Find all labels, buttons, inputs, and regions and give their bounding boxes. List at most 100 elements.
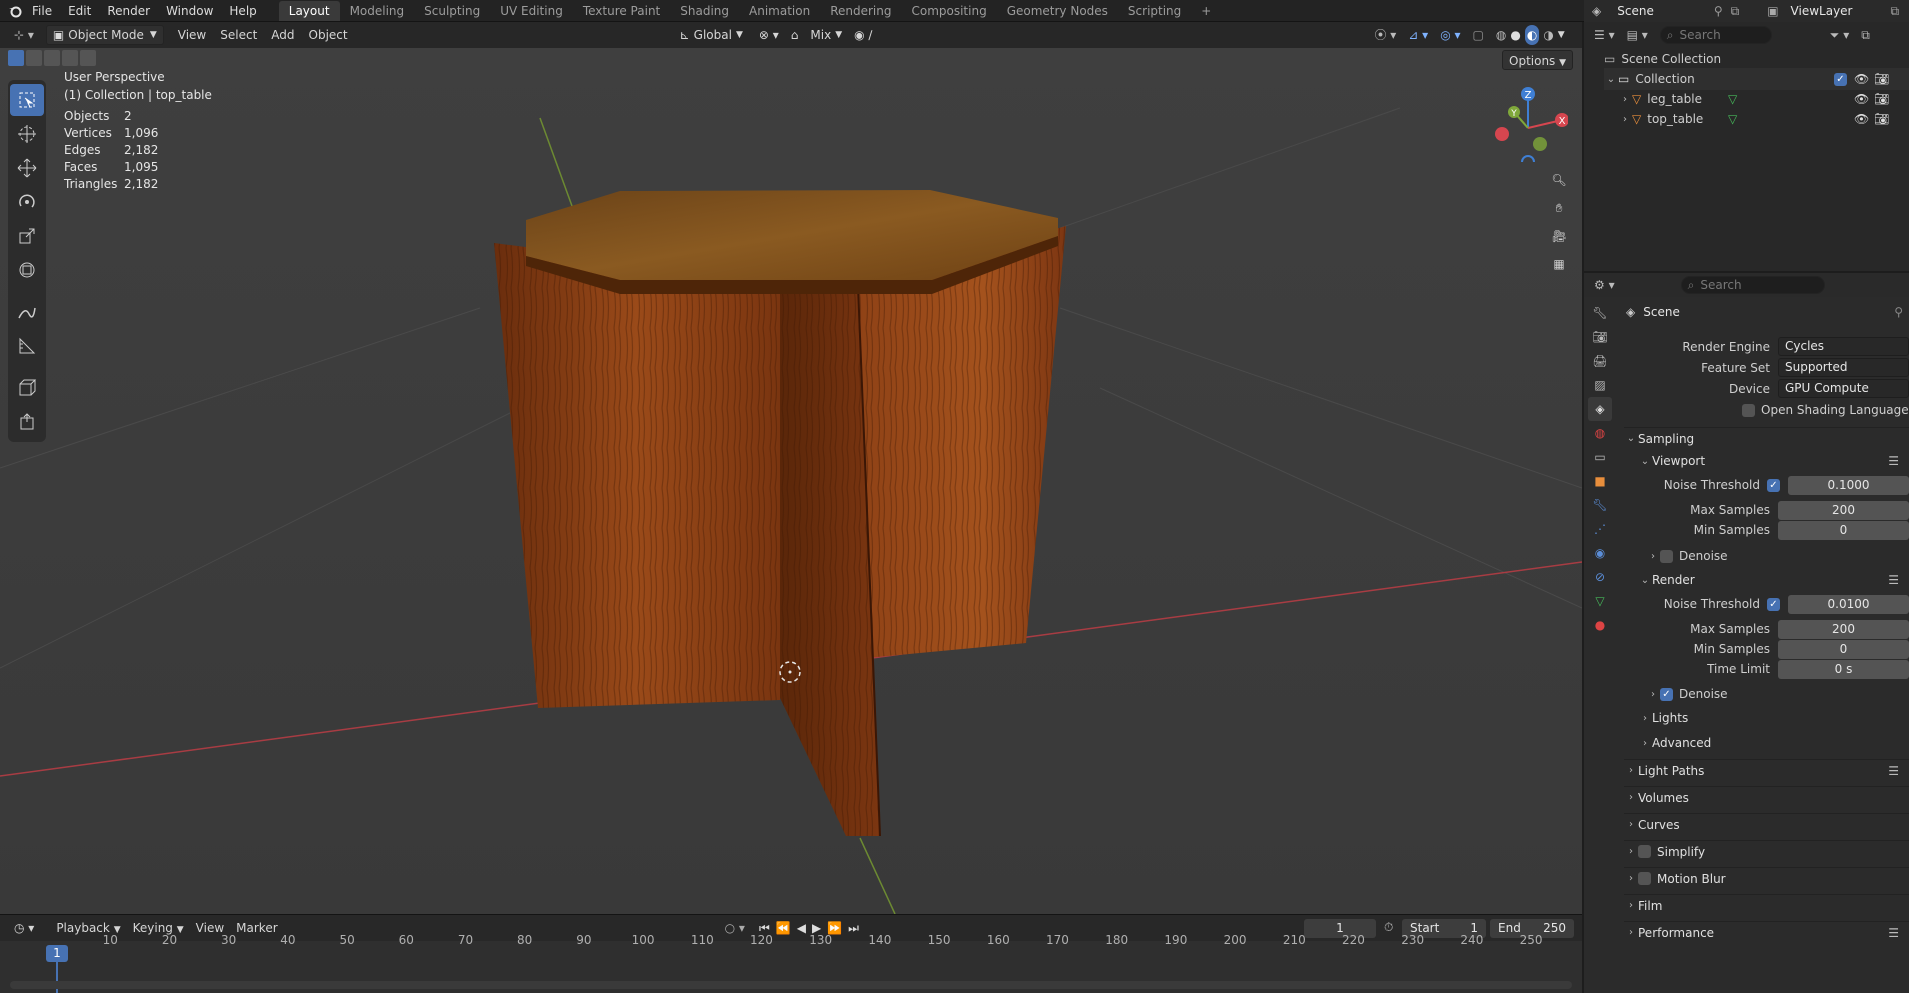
performance-panel-header[interactable]: › Performance ☰ <box>1624 921 1909 943</box>
camera-view-icon[interactable]: 🎥︎ <box>1545 222 1573 250</box>
menu-add[interactable]: Add <box>265 25 300 45</box>
annotate-icon[interactable] <box>10 296 44 328</box>
scene-name[interactable]: Scene <box>1617 4 1654 18</box>
tab-modeling[interactable]: Modeling <box>340 1 415 21</box>
time-limit-field[interactable]: 0 s <box>1778 660 1909 679</box>
proportional-edit-icon[interactable]: ◉ ∕ <box>848 25 878 45</box>
chevron-down-icon[interactable]: ▼ <box>1558 25 1565 45</box>
view-layer-name[interactable]: ViewLayer <box>1791 4 1853 18</box>
properties-search-input[interactable]: ⌕ Search <box>1680 276 1825 294</box>
physics-tab-icon[interactable]: ◉ <box>1588 541 1612 565</box>
material-shading-icon[interactable]: ◐ <box>1524 25 1540 45</box>
select-intersect-icon[interactable] <box>80 50 96 66</box>
view-layer-icon[interactable]: ▣ <box>1767 4 1778 18</box>
snap-icon[interactable]: ⌂ <box>785 25 805 45</box>
camera-icon[interactable]: 📷︎ <box>1874 72 1889 86</box>
new-scene-icon[interactable]: ⧉ <box>1731 4 1740 19</box>
vp-min-samples-field[interactable]: 0 <box>1778 521 1909 540</box>
tab-animation[interactable]: Animation <box>739 1 820 21</box>
mesh-data-icon[interactable]: ▽ <box>1728 92 1737 106</box>
menu-view[interactable]: View <box>172 25 212 45</box>
tab-rendering[interactable]: Rendering <box>820 1 901 21</box>
device-dropdown[interactable]: GPU Compute <box>1778 379 1909 398</box>
motion-blur-checkbox[interactable] <box>1638 872 1651 885</box>
r-denoise-row[interactable]: › ✓ Denoise <box>1646 687 1728 701</box>
timeline-scrollbar[interactable] <box>10 981 1572 989</box>
advanced-subpanel-header[interactable]: › Advanced <box>1638 732 1909 754</box>
camera-icon[interactable]: 📷︎ <box>1874 92 1889 106</box>
mesh-data-icon[interactable]: ▽ <box>1728 112 1737 126</box>
pan-hand-icon[interactable]: ✋︎ <box>1545 194 1573 222</box>
simplify-checkbox[interactable] <box>1638 845 1651 858</box>
filter-icon[interactable]: ⏷ ▾ <box>1824 25 1855 45</box>
tab-compositing[interactable]: Compositing <box>901 1 996 21</box>
measure-icon[interactable] <box>10 330 44 362</box>
select-subtract-icon[interactable] <box>44 50 60 66</box>
new-view-layer-icon[interactable]: ⧉ <box>1890 4 1899 19</box>
particles-tab-icon[interactable]: ⋰ <box>1588 517 1612 541</box>
world-tab-icon[interactable]: ◍ <box>1588 421 1612 445</box>
tab-sculpting[interactable]: Sculpting <box>414 1 490 21</box>
tab-uv-editing[interactable]: UV Editing <box>490 1 573 21</box>
add-cube-icon[interactable] <box>10 372 44 404</box>
menu-help[interactable]: Help <box>221 0 264 22</box>
add-workspace-icon[interactable]: + <box>1191 1 1221 21</box>
film-panel-header[interactable]: › Film <box>1624 894 1909 916</box>
tool-tab-icon[interactable]: 🔧︎ <box>1588 301 1612 325</box>
tab-geometry-nodes[interactable]: Geometry Nodes <box>997 1 1118 21</box>
mode-dropdown[interactable]: ▣ Object Mode ▼ <box>45 25 164 45</box>
chevron-right-icon[interactable]: › <box>1618 114 1632 125</box>
vp-noise-threshold-field[interactable]: 0.1000 <box>1788 476 1909 495</box>
gizmo-toggle-icon[interactable]: ⊿ ▾ <box>1402 25 1434 45</box>
select-invert-icon[interactable] <box>62 50 78 66</box>
vp-denoise-row[interactable]: › Denoise <box>1646 549 1728 563</box>
r-min-samples-field[interactable]: 0 <box>1778 640 1909 659</box>
presets-list-icon[interactable]: ☰ <box>1888 454 1899 468</box>
select-box-icon[interactable] <box>10 84 44 116</box>
data-tab-icon[interactable]: ▽ <box>1588 589 1612 613</box>
motion-blur-panel-header[interactable]: › Motion Blur <box>1624 867 1909 889</box>
xray-icon[interactable]: ▢ <box>1467 25 1490 45</box>
render-tab-icon[interactable]: 📷︎ <box>1588 325 1612 349</box>
material-tab-icon[interactable]: ● <box>1588 613 1612 637</box>
rendered-shading-icon[interactable]: ◑ <box>1543 25 1553 45</box>
constraints-tab-icon[interactable]: ⊘ <box>1588 565 1612 589</box>
outliner-object-row[interactable]: › ▽ leg_table ▽ 👁︎ 📷︎ <box>1618 88 1909 110</box>
3d-viewport[interactable]: User Perspective (1) Collection | top_ta… <box>0 48 1582 914</box>
presets-list-icon[interactable]: ☰ <box>1888 573 1899 587</box>
chevron-down-icon[interactable]: ⌄ <box>1604 74 1618 85</box>
camera-icon[interactable]: 📷︎ <box>1874 112 1889 126</box>
eye-icon[interactable]: 👁︎ <box>1854 92 1869 106</box>
visibility-icon[interactable]: ⦿ ▾ <box>1368 25 1402 45</box>
collection-row[interactable]: ⌄ ▭ Collection ✓ 👁︎ 📷︎ <box>1604 68 1909 90</box>
scene-tab-icon[interactable]: ◈ <box>1588 397 1612 421</box>
eye-icon[interactable]: 👁︎ <box>1854 112 1869 126</box>
menu-select[interactable]: Select <box>214 25 263 45</box>
scene-collection-row[interactable]: ▭ Scene Collection <box>1604 48 1721 70</box>
overlay-toggle-icon[interactable]: ◎ ▾ <box>1434 25 1466 45</box>
tab-scripting[interactable]: Scripting <box>1118 1 1191 21</box>
r-max-samples-field[interactable]: 200 <box>1778 620 1909 639</box>
r-denoise-checkbox[interactable]: ✓ <box>1660 687 1673 701</box>
viewport-subpanel-header[interactable]: ⌄ Viewport ☰ <box>1638 450 1909 472</box>
outliner-object-row[interactable]: › ▽ top_table ▽ 👁︎ 📷︎ <box>1618 108 1909 130</box>
scene-icon[interactable]: ◈ <box>1592 4 1601 18</box>
eye-icon[interactable]: 👁︎ <box>1854 72 1869 86</box>
osl-checkbox[interactable] <box>1742 403 1755 417</box>
zoom-icon[interactable]: 🔍︎ <box>1545 166 1573 194</box>
volumes-panel-header[interactable]: › Volumes <box>1624 786 1909 808</box>
menu-object[interactable]: Object <box>303 25 354 45</box>
tab-layout[interactable]: Layout <box>278 1 340 21</box>
editor-type-icon[interactable]: ⊹ ▾ <box>8 25 40 45</box>
collection-exclude-checkbox[interactable]: ✓ <box>1834 72 1847 86</box>
collection-tab-icon[interactable]: ▭ <box>1588 445 1612 469</box>
ortho-grid-icon[interactable]: ▦ <box>1545 250 1573 278</box>
lights-subpanel-header[interactable]: › Lights <box>1638 707 1909 729</box>
pin-icon[interactable]: ⚲ <box>1894 305 1903 319</box>
simplify-panel-header[interactable]: › Simplify <box>1624 840 1909 862</box>
r-noise-threshold-field[interactable]: 0.0100 <box>1788 595 1909 614</box>
properties-editor-type-icon[interactable]: ⚙ ▾ <box>1588 275 1621 295</box>
transform-icon[interactable] <box>10 254 44 286</box>
display-mode-icon[interactable]: ▤ ▾ <box>1621 25 1654 45</box>
new-collection-icon[interactable]: ⧉ <box>1855 25 1876 45</box>
